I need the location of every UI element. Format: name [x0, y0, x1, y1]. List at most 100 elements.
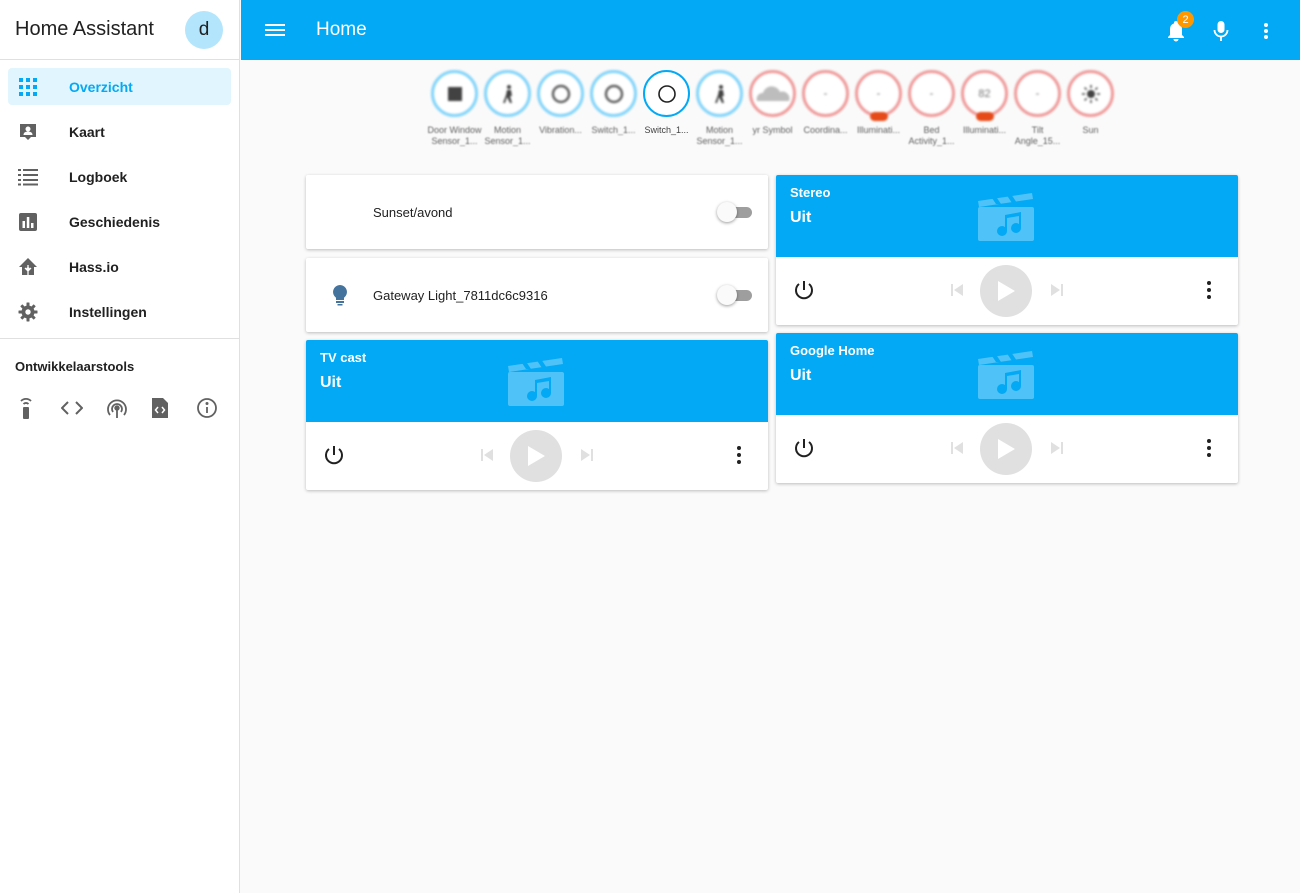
gear-icon: [18, 302, 38, 322]
top-app-bar: Home 2: [241, 0, 1300, 60]
more-vertical-icon[interactable]: [1198, 279, 1220, 301]
more-vertical-icon[interactable]: [728, 444, 750, 466]
file-code-icon[interactable]: [149, 396, 194, 420]
sidebar-item-overzicht[interactable]: Overzicht: [8, 68, 231, 105]
badge-label: Sun: [1082, 125, 1099, 135]
badge-sun[interactable]: Sun: [1064, 70, 1117, 147]
previous-track-icon[interactable]: [948, 439, 966, 457]
sidebar-menu: Overzicht Kaart Logboek Geschiedenis Has…: [0, 60, 239, 330]
notifications-button[interactable]: 2: [1163, 11, 1194, 43]
previous-track-icon[interactable]: [948, 281, 966, 299]
badge-label: Illuminati...: [856, 125, 900, 135]
play-icon: [528, 446, 545, 466]
chart-icon: [18, 212, 38, 232]
more-vertical-icon[interactable]: [1253, 18, 1278, 43]
dev-tools-title: Ontwikkelaarstools: [15, 359, 135, 374]
lightbulb-icon: [328, 283, 352, 307]
badge-switch-1[interactable]: Switch_1...: [587, 70, 640, 147]
circle-outline-icon: [537, 70, 584, 117]
code-brackets-icon[interactable]: [59, 396, 104, 420]
badge-label: Switch_1...: [644, 125, 689, 135]
list-icon: [18, 167, 38, 187]
badge-value: -: [929, 87, 934, 100]
power-icon[interactable]: [323, 444, 345, 466]
walk-icon: [696, 70, 743, 117]
media-player-state: Uit: [320, 374, 342, 391]
badge-yr-symbol[interactable]: yr Symbol: [746, 70, 799, 147]
dev-tools: [0, 374, 239, 420]
more-vertical-icon[interactable]: [1198, 437, 1220, 459]
badge-coordinator[interactable]: - Coordina...: [799, 70, 852, 147]
media-card-tv-cast: TV cast Uit: [306, 340, 768, 490]
play-button[interactable]: [980, 265, 1032, 317]
sidebar-item-label: Hass.io: [69, 258, 119, 275]
entity-toggle[interactable]: [717, 284, 753, 306]
sidebar-item-label: Geschiedenis: [69, 213, 161, 230]
home-assistant-icon: [18, 257, 38, 277]
music-video-icon: [978, 351, 1034, 399]
sidebar-item-kaart[interactable]: Kaart: [8, 113, 231, 150]
media-player-name: Stereo: [790, 185, 831, 200]
media-card-stereo: Stereo Uit: [776, 175, 1238, 325]
badge-label: Bed Activity_1...: [908, 125, 955, 146]
badge-value: 82: [978, 87, 991, 100]
sidebar-item-instellingen[interactable]: Instellingen: [8, 293, 231, 330]
top-actions: 2: [1163, 11, 1278, 43]
badge-door-window-sensor[interactable]: Door Window Sensor_1...: [427, 70, 482, 147]
circle-outline-icon: [643, 70, 690, 117]
cloud-icon: [749, 70, 796, 117]
play-button[interactable]: [510, 430, 562, 482]
badge-illuminance-1[interactable]: - Illuminati...: [852, 70, 905, 147]
play-button[interactable]: [980, 423, 1032, 475]
remote-icon[interactable]: [14, 396, 59, 420]
media-player-name: TV cast: [320, 350, 367, 365]
badge-motion-sensor-2[interactable]: Motion Sensor_1...: [693, 70, 746, 147]
badge-label: yr Symbol: [752, 125, 793, 135]
play-icon: [998, 439, 1015, 459]
badge-label: Motion Sensor_1...: [484, 125, 531, 146]
sidebar-item-geschiedenis[interactable]: Geschiedenis: [8, 203, 231, 240]
microphone-icon[interactable]: [1208, 18, 1233, 43]
sidebar-item-logboek[interactable]: Logboek: [8, 158, 231, 195]
music-video-icon: [978, 193, 1034, 241]
info-icon[interactable]: [194, 396, 239, 420]
badge-value: -: [823, 87, 828, 100]
badges-row: Door Window Sensor_1... Motion Sensor_1.…: [427, 70, 1117, 147]
previous-track-icon[interactable]: [478, 446, 496, 464]
media-player-state: Uit: [790, 209, 812, 226]
entity-toggle[interactable]: [717, 201, 753, 223]
avatar[interactable]: d: [185, 10, 223, 49]
next-track-icon[interactable]: [1048, 281, 1066, 299]
badge-motion-sensor[interactable]: Motion Sensor_1...: [481, 70, 534, 147]
power-icon[interactable]: [793, 279, 815, 301]
hamburger-menu-icon[interactable]: [263, 18, 287, 42]
badge-unit-chip: [869, 112, 888, 121]
badge-label: Vibration...: [539, 125, 582, 135]
door-icon: [431, 70, 478, 117]
badge-value: -: [876, 87, 881, 100]
entity-name: Sunset/avond: [373, 204, 453, 220]
badge-switch-2[interactable]: Switch_1...: [640, 70, 693, 147]
play-icon: [998, 281, 1015, 301]
badge-vibration-sensor[interactable]: Vibration...: [534, 70, 587, 147]
badge-illuminance-2[interactable]: 82 Illuminati...: [958, 70, 1011, 147]
sidebar-item-label: Overzicht: [69, 78, 133, 95]
sidebar: Home Assistant d Overzicht Kaart Logboek: [0, 0, 240, 893]
power-icon[interactable]: [793, 437, 815, 459]
badge-label: Coordina...: [803, 125, 848, 135]
badge-bed-activity[interactable]: - Bed Activity_1...: [905, 70, 958, 147]
broadcast-icon[interactable]: [104, 396, 149, 420]
notification-count-badge: 2: [1177, 11, 1194, 28]
badge-unit-chip: [975, 112, 994, 121]
next-track-icon[interactable]: [1048, 439, 1066, 457]
map-account-icon: [18, 122, 38, 142]
badge-label: Door Window Sensor_1...: [427, 125, 482, 146]
media-card-google-home: Google Home Uit: [776, 333, 1238, 483]
badge-tilt-angle[interactable]: - Tilt Angle_15...: [1011, 70, 1064, 147]
entity-name: Gateway Light_7811dc6c9316: [373, 287, 548, 303]
entity-card-gateway-light: Gateway Light_7811dc6c9316: [306, 258, 768, 332]
sidebar-item-hassio[interactable]: Hass.io: [8, 248, 231, 285]
badge-label: Tilt Angle_15...: [1014, 125, 1061, 146]
next-track-icon[interactable]: [578, 446, 596, 464]
sidebar-item-label: Instellingen: [69, 303, 147, 320]
